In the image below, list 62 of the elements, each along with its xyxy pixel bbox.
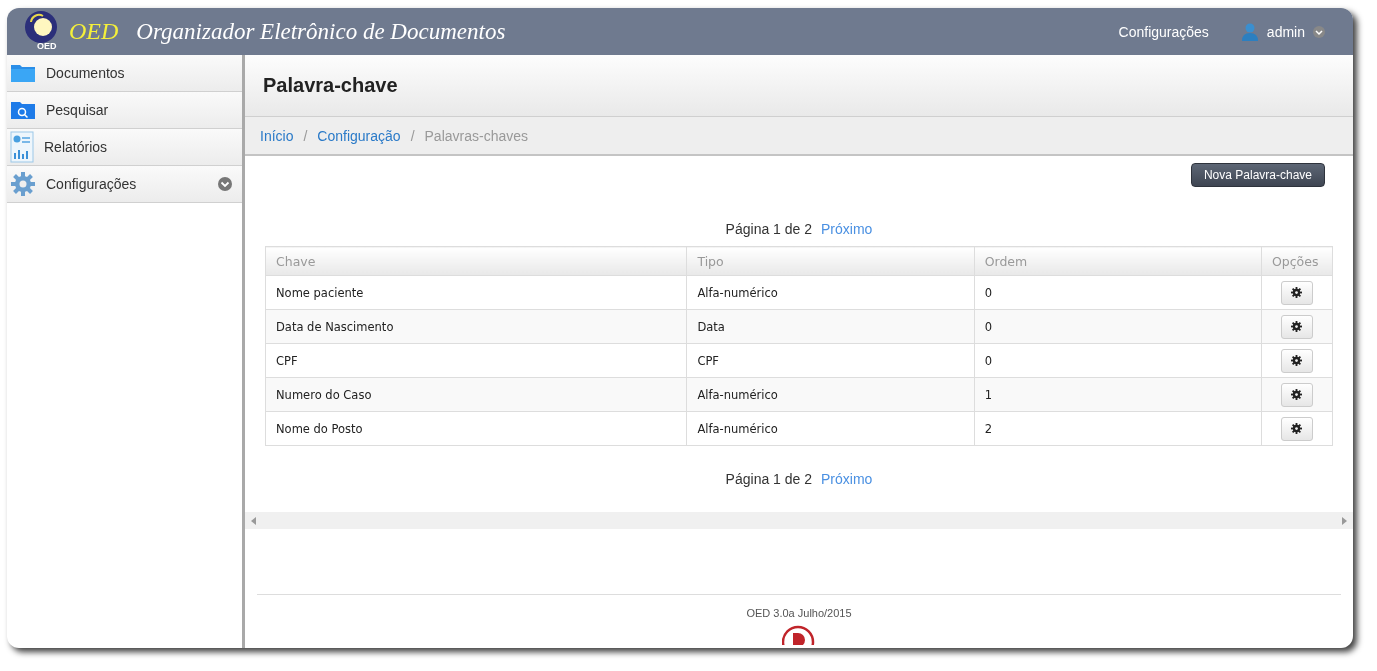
table-cell: 0	[974, 309, 1262, 344]
options-button[interactable]	[1280, 416, 1313, 441]
report-chart-icon	[10, 131, 34, 163]
page-title: Palavra-chave	[263, 74, 398, 97]
brand-name: OED	[69, 18, 119, 45]
options-button[interactable]	[1280, 382, 1313, 407]
breadcrumb-separator: /	[410, 127, 415, 144]
gear-icon	[10, 171, 36, 197]
table-cell: Data	[686, 309, 975, 344]
settings-icon	[1291, 287, 1303, 298]
table-cell: Alfa-numérico	[686, 411, 975, 446]
breadcrumb-link[interactable]: Configuração	[317, 127, 401, 144]
settings-link[interactable]: Configurações	[1118, 23, 1209, 40]
settings-icon	[1291, 321, 1303, 332]
sidebar-item[interactable]: Pesquisar	[7, 92, 242, 129]
table-cell: 0	[974, 275, 1262, 310]
footer-version: OED 3.0a Julho/2015	[746, 607, 852, 619]
sidebar-label: Relatórios	[44, 139, 108, 155]
sidebar-item[interactable]: Relatórios	[7, 129, 242, 166]
options-button[interactable]	[1280, 280, 1313, 305]
user-icon	[1240, 22, 1259, 41]
sidebar-label: Documentos	[46, 65, 125, 81]
next-page-link[interactable]: Próximo	[821, 471, 873, 487]
chevron-down-icon[interactable]	[218, 177, 232, 191]
table-cell: Alfa-numérico	[686, 275, 975, 310]
folder-icon	[10, 63, 36, 83]
table-cell: Numero do Caso	[265, 377, 687, 412]
sidebar-label: Pesquisar	[46, 102, 109, 118]
settings-icon	[1291, 423, 1303, 434]
current-page-label: Palavras-chaves	[424, 127, 529, 144]
table-cell: Nome paciente	[265, 275, 687, 310]
column-header: Chave	[265, 246, 687, 276]
sidebar-label: Configurações	[46, 176, 137, 192]
settings-icon	[1291, 389, 1303, 400]
settings-icon	[1291, 355, 1303, 366]
table-cell: Alfa-numérico	[686, 377, 975, 412]
column-header: Ordem	[974, 246, 1262, 276]
table-cell: Data de Nascimento	[265, 309, 687, 344]
breadcrumb-separator: /	[303, 127, 308, 144]
company-logo-icon	[782, 625, 816, 645]
app-title: Organizador Eletrônico de Documentos	[136, 18, 506, 45]
table-cell: CPF	[686, 343, 975, 378]
table-cell: 0	[974, 343, 1262, 378]
next-page-link[interactable]: Próximo	[821, 221, 873, 237]
table-cell: 2	[974, 411, 1262, 446]
breadcrumb-link[interactable]: Início	[260, 127, 294, 144]
sidebar-item[interactable]: Documentos	[7, 55, 242, 92]
user-menu[interactable]: admin	[1266, 23, 1305, 40]
logo-caption: OED	[37, 41, 57, 51]
page-indicator: Página 1 de 2	[725, 221, 812, 237]
table-cell: CPF	[265, 343, 687, 378]
page-indicator: Página 1 de 2	[725, 471, 812, 487]
options-button[interactable]	[1280, 348, 1313, 373]
new-keyword-button[interactable]: Nova Palavra-chave	[1190, 163, 1325, 187]
table-cell: Nome do Posto	[265, 411, 687, 446]
chevron-down-icon[interactable]	[1313, 25, 1325, 38]
column-header: Tipo	[686, 246, 975, 276]
column-header: Opções	[1261, 246, 1333, 276]
options-button[interactable]	[1280, 314, 1313, 339]
sidebar-item[interactable]: Configurações	[7, 166, 242, 203]
search-folder-icon	[10, 100, 36, 120]
table-cell: 1	[974, 377, 1262, 412]
